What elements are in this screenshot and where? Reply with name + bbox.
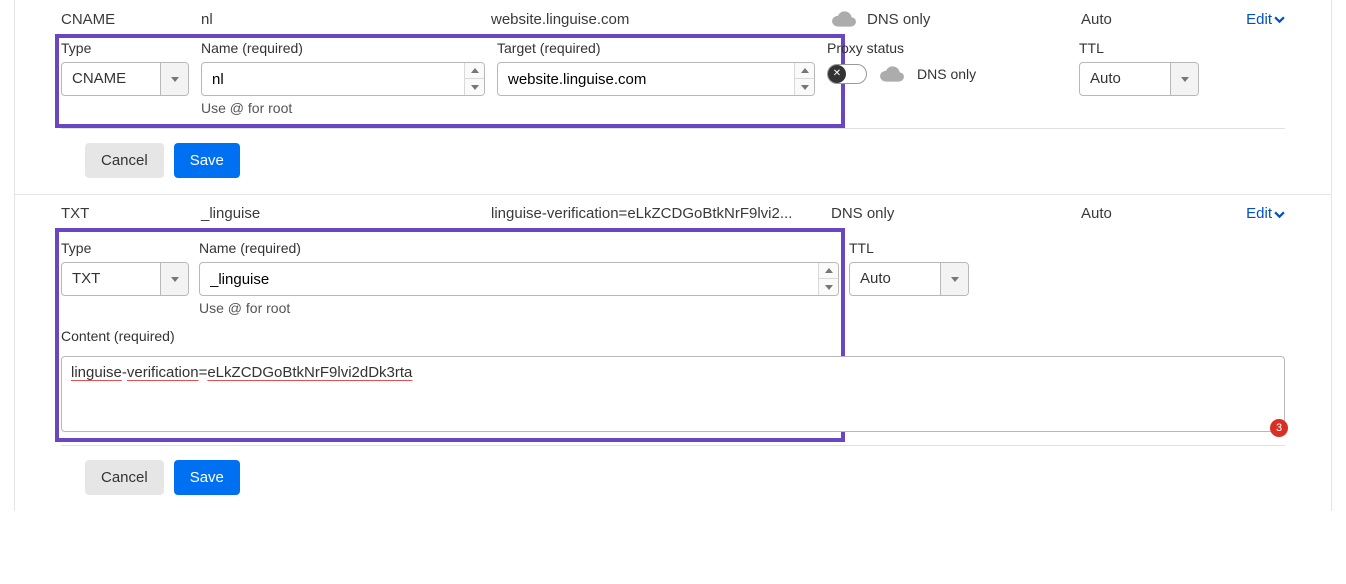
cname-edit-form: Type CNAME Name (required) Use	[15, 34, 1331, 118]
edit-link[interactable]: Edit	[1246, 11, 1285, 28]
chevron-down-icon	[160, 63, 188, 95]
record-type: TXT	[61, 205, 201, 222]
spinner-icon[interactable]	[464, 63, 484, 95]
cancel-button[interactable]: Cancel	[85, 143, 164, 178]
proxy-label: Proxy status	[827, 40, 1067, 56]
proxy-field: Proxy status ✕ DNS only	[827, 40, 1067, 84]
record-name: nl	[201, 11, 491, 28]
ttl-field: TTL Auto	[1079, 40, 1285, 96]
ttl-label: TTL	[1079, 40, 1285, 56]
name-label: Name (required)	[199, 240, 839, 256]
chevron-down-icon	[940, 263, 968, 295]
ttl-label: TTL	[849, 240, 1285, 256]
error-count-badge: 3	[1270, 419, 1288, 437]
spinner-icon[interactable]	[818, 263, 838, 295]
name-field: Name (required) Use @ for root	[199, 240, 839, 316]
name-label: Name (required)	[201, 40, 485, 56]
name-field: Name (required) Use @ for root	[201, 40, 485, 116]
record-proxy-status: DNS only	[831, 205, 1081, 222]
type-label: Type	[61, 240, 189, 256]
name-input-text[interactable]	[202, 63, 464, 95]
record-target: website.linguise.com	[491, 11, 831, 28]
ttl-select[interactable]: Auto	[849, 262, 969, 296]
cloud-icon	[879, 65, 905, 83]
record-ttl: Auto	[1081, 11, 1236, 28]
content-label: Content (required)	[61, 328, 1285, 350]
record-proxy-status: DNS only	[831, 10, 1081, 28]
cloud-icon	[831, 10, 857, 28]
record-content: linguise-verification=eLkZCDGoBtkNrF9lvi…	[491, 205, 831, 222]
name-input[interactable]	[199, 262, 839, 296]
content-field: Content (required) linguise-verification…	[61, 328, 1285, 435]
type-field: Type TXT	[61, 240, 189, 296]
spinner-icon[interactable]	[794, 63, 814, 95]
cancel-button[interactable]: Cancel	[85, 460, 164, 495]
ttl-select[interactable]: Auto	[1079, 62, 1199, 96]
button-row: Cancel Save	[15, 129, 1331, 194]
target-field: Target (required)	[497, 40, 815, 96]
target-input[interactable]	[497, 62, 815, 96]
proxy-toggle[interactable]: ✕	[827, 64, 867, 84]
record-name: _linguise	[201, 205, 491, 222]
txt-record-row: TXT _linguise linguise-verification=eLkZ…	[15, 195, 1331, 228]
content-textarea[interactable]	[61, 356, 1285, 432]
type-select[interactable]: CNAME	[61, 62, 189, 96]
name-helper: Use @ for root	[201, 100, 485, 116]
name-input-text[interactable]	[200, 263, 818, 295]
proxy-value: DNS only	[917, 66, 976, 82]
txt-edit-form: Type TXT Name (required) Use @	[15, 228, 1331, 318]
chevron-down-icon	[1274, 14, 1285, 25]
chevron-down-icon	[1274, 209, 1285, 220]
type-label: Type	[61, 40, 189, 56]
name-helper: Use @ for root	[199, 300, 839, 316]
type-field: Type CNAME	[61, 40, 189, 96]
button-row: Cancel Save	[15, 446, 1331, 511]
target-input-text[interactable]	[498, 63, 794, 95]
save-button[interactable]: Save	[174, 460, 240, 495]
cname-record-row: CNAME nl website.linguise.com DNS only A…	[15, 0, 1331, 34]
record-ttl: Auto	[1081, 205, 1236, 222]
save-button[interactable]: Save	[174, 143, 240, 178]
chevron-down-icon	[160, 263, 188, 295]
ttl-field: TTL Auto	[849, 240, 1285, 296]
target-label: Target (required)	[497, 40, 815, 56]
edit-link[interactable]: Edit	[1246, 205, 1285, 222]
name-input[interactable]	[201, 62, 485, 96]
type-select[interactable]: TXT	[61, 262, 189, 296]
record-type: CNAME	[61, 11, 201, 28]
chevron-down-icon	[1170, 63, 1198, 95]
